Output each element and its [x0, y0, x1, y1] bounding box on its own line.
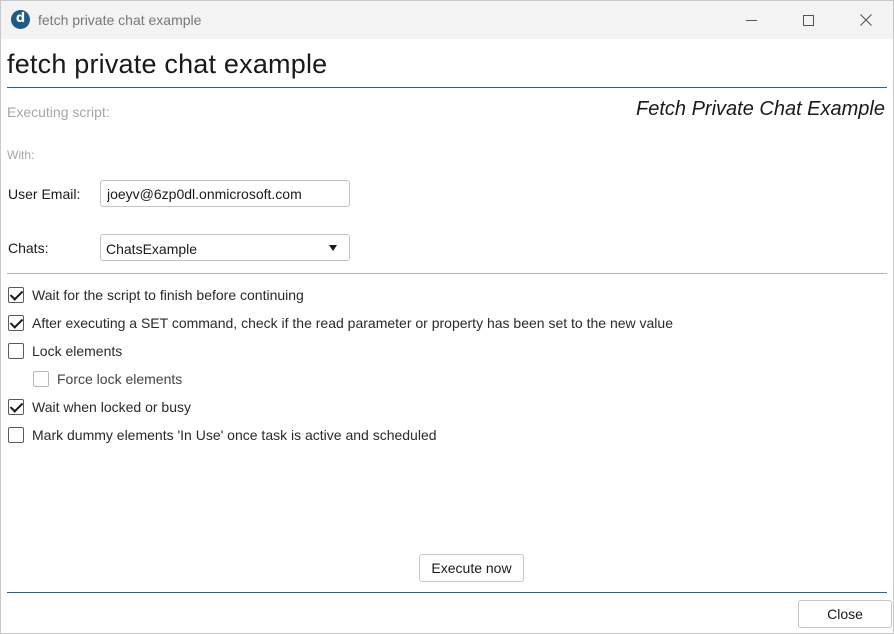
- option-check-set-command[interactable]: After executing a SET command, check if …: [8, 314, 673, 332]
- option-force-lock-elements[interactable]: Force lock elements: [33, 370, 182, 388]
- user-email-label: User Email:: [8, 186, 81, 202]
- footer-divider: [7, 592, 887, 593]
- option-label: After executing a SET command, check if …: [32, 315, 673, 331]
- maximize-icon: [802, 14, 814, 26]
- checkbox[interactable]: [8, 399, 24, 415]
- chats-dropdown[interactable]: ChatsExample: [100, 234, 350, 261]
- checkbox[interactable]: [8, 315, 24, 331]
- minimize-button[interactable]: [728, 1, 774, 39]
- checkbox[interactable]: [33, 371, 49, 387]
- script-name: Fetch Private Chat Example: [636, 98, 885, 120]
- user-email-field[interactable]: [100, 180, 350, 207]
- option-wait-for-script[interactable]: Wait for the script to finish before con…: [8, 286, 304, 304]
- option-mark-dummy-elements[interactable]: Mark dummy elements 'In Use' once task i…: [8, 426, 437, 444]
- option-wait-when-locked[interactable]: Wait when locked or busy: [8, 398, 191, 416]
- minimize-icon: [745, 19, 757, 21]
- option-label: Lock elements: [32, 343, 123, 359]
- maximize-button[interactable]: [785, 1, 831, 39]
- page-title: fetch private chat example: [7, 49, 328, 79]
- header-divider: [7, 87, 887, 88]
- option-lock-elements[interactable]: Lock elements: [8, 342, 122, 360]
- with-label: With:: [7, 148, 35, 162]
- option-label: Force lock elements: [57, 371, 183, 387]
- close-window-button[interactable]: [843, 1, 889, 39]
- executing-script-label: Executing script:: [7, 104, 110, 120]
- checkbox[interactable]: [8, 343, 24, 359]
- window-title: fetch private chat example: [38, 12, 202, 28]
- execute-now-button[interactable]: Execute now: [419, 554, 524, 582]
- option-label: Mark dummy elements 'In Use' once task i…: [32, 427, 437, 443]
- app-logo-icon: d: [11, 10, 30, 29]
- close-button[interactable]: Close: [798, 600, 892, 628]
- close-icon: [860, 14, 872, 26]
- chats-selected-value: ChatsExample: [106, 241, 198, 257]
- chevron-down-icon: [329, 245, 337, 251]
- options-divider: [7, 273, 887, 274]
- option-label: Wait for the script to finish before con…: [32, 287, 304, 303]
- dialog-window: d fetch private chat example fetch priva…: [0, 0, 894, 634]
- checkbox[interactable]: [8, 427, 24, 443]
- chats-label: Chats:: [8, 240, 49, 256]
- option-label: Wait when locked or busy: [32, 399, 191, 415]
- checkbox[interactable]: [8, 287, 24, 303]
- title-bar[interactable]: d fetch private chat example: [1, 1, 893, 39]
